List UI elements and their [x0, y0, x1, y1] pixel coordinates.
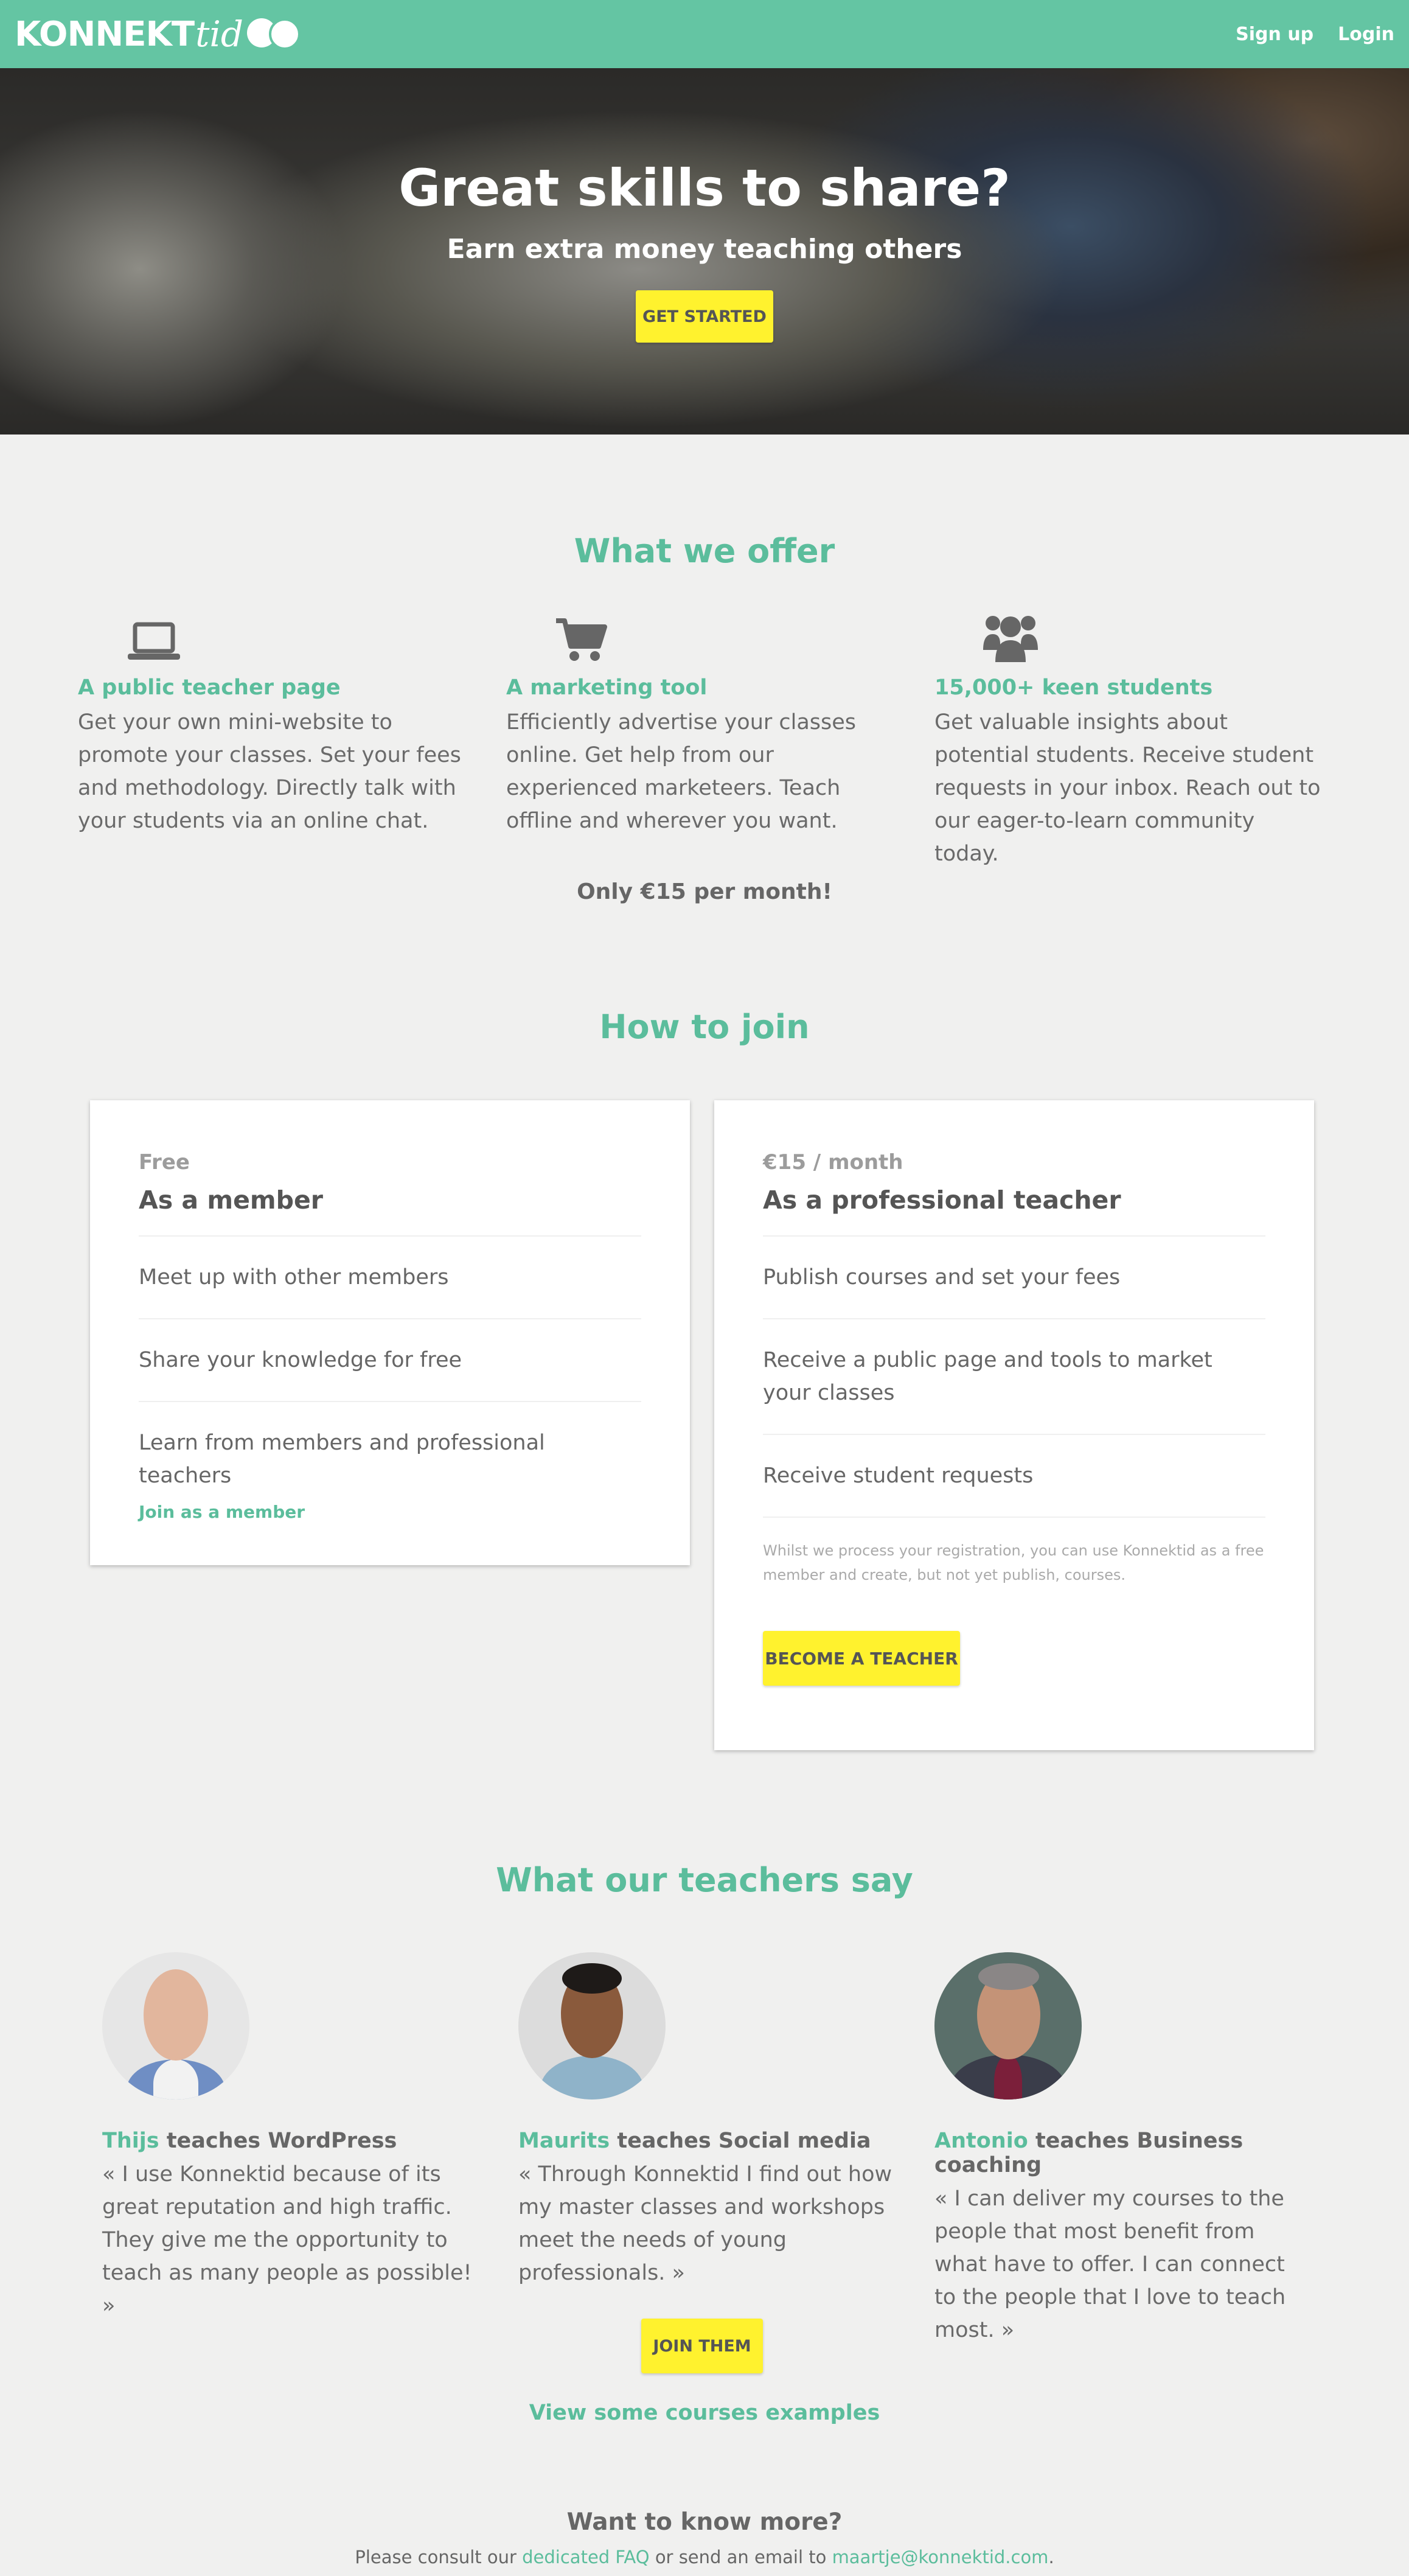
- list-item: Learn from members and professional teac…: [139, 1431, 545, 1488]
- list-item: Receive student requests: [763, 1435, 1265, 1518]
- offer-item-teacher-page: A public teacher page Get your own mini-…: [78, 609, 467, 837]
- hero-banner: Great skills to share? Earn extra money …: [0, 68, 1409, 435]
- offer-title: What we offer: [574, 532, 835, 570]
- testimonial-name: Thijs teaches WordPress: [102, 2129, 479, 2153]
- more-middle: or send an email to: [655, 2547, 827, 2567]
- testimonial-quote: « I can deliver my courses to the people…: [934, 2187, 1286, 2342]
- testimonial-antonio: Antonio teaches Business coaching « I ca…: [934, 1952, 1312, 2347]
- list-item: Share your knowledge for free: [139, 1319, 641, 1402]
- member-feature-list: Meet up with other members Share your kn…: [139, 1235, 641, 1502]
- logo[interactable]: KONNEKT tid: [15, 10, 301, 58]
- laptop-icon: [127, 609, 467, 663]
- become-teacher-button[interactable]: BECOME A TEACHER: [763, 1631, 960, 1686]
- join-as-member-link[interactable]: Join as a member: [139, 1502, 305, 1522]
- testimonial-quote: « I use Konnektid because of its great r…: [102, 2162, 472, 2318]
- member-price: Free: [139, 1150, 190, 1175]
- teacher-name: Maurits: [518, 2129, 610, 2153]
- teacher-topic: teaches Social media: [617, 2129, 871, 2153]
- hero-title: Great skills to share?: [398, 158, 1011, 218]
- signup-link[interactable]: Sign up: [1236, 24, 1313, 45]
- top-nav: Sign up Login: [1236, 24, 1394, 45]
- teacher-price: €15 / month: [763, 1150, 903, 1175]
- logo-circles-icon: [247, 18, 301, 50]
- list-item: Receive a public page and tools to marke…: [763, 1319, 1265, 1435]
- registration-note: Whilst we process your registration, you…: [763, 1542, 1264, 1583]
- offer-heading: A marketing tool: [506, 675, 708, 700]
- logo-text: KONNEKT: [15, 14, 195, 54]
- view-courses-link[interactable]: View some courses examples: [0, 2401, 1409, 2425]
- offer-body: Get your own mini-website to promote you…: [78, 710, 461, 833]
- testimonial-quote: « Through Konnektid I find out how my ma…: [518, 2162, 892, 2285]
- logo-script-text: tid: [195, 13, 244, 55]
- testimonials-title: What our teachers say: [496, 1861, 913, 1899]
- avatar: [518, 1952, 666, 2100]
- testimonial-maurits: Maurits teaches Social media « Through K…: [518, 1952, 896, 2289]
- teacher-plan-title: As a professional teacher: [763, 1185, 1121, 1215]
- more-info-line: Please consult our dedicated FAQ or send…: [0, 2547, 1409, 2567]
- more-suffix: .: [1048, 2547, 1054, 2567]
- testimonial-name: Maurits teaches Social media: [518, 2129, 896, 2153]
- member-card: Free As a member Meet up with other memb…: [90, 1100, 690, 1565]
- list-item: Meet up with other members: [139, 1237, 641, 1319]
- teacher-name: Thijs: [102, 2129, 159, 2153]
- teacher-topic: teaches WordPress: [166, 2129, 397, 2153]
- more-prefix: Please consult our: [355, 2547, 517, 2567]
- offer-heading: A public teacher page: [78, 675, 341, 700]
- list-item: Publish courses and set your fees: [763, 1237, 1265, 1319]
- faq-link[interactable]: dedicated FAQ: [522, 2547, 649, 2567]
- teacher-name: Antonio: [934, 2129, 1028, 2153]
- teacher-feature-list: Publish courses and set your fees Receiv…: [763, 1235, 1265, 1518]
- avatar: [934, 1952, 1082, 2100]
- email-link[interactable]: maartje@konnektid.com: [832, 2547, 1049, 2567]
- hero-subtitle: Earn extra money teaching others: [447, 234, 962, 265]
- offer-body: Get valuable insights about potential st…: [934, 710, 1321, 866]
- login-link[interactable]: Login: [1338, 24, 1394, 45]
- more-title: Want to know more?: [566, 2508, 843, 2536]
- offer-body: Efficiently advertise your classes onlin…: [506, 710, 857, 833]
- offer-heading: 15,000+ keen students: [934, 675, 1213, 700]
- offer-item-marketing-tool: A marketing tool Efficiently advertise y…: [506, 609, 896, 837]
- testimonial-name: Antonio teaches Business coaching: [934, 2129, 1312, 2177]
- get-started-button[interactable]: GET STARTED: [636, 290, 773, 343]
- top-navbar: KONNEKT tid Sign up Login: [0, 0, 1409, 68]
- price-line: Only €15 per month!: [577, 879, 832, 904]
- join-them-button[interactable]: JOIN THEM: [641, 2319, 763, 2373]
- teacher-card: €15 / month As a professional teacher Pu…: [714, 1100, 1314, 1750]
- offer-item-students: 15,000+ keen students Get valuable insig…: [934, 609, 1324, 870]
- avatar: [102, 1952, 249, 2100]
- cart-icon: [555, 609, 896, 663]
- join-title: How to join: [599, 1008, 810, 1046]
- users-icon: [982, 609, 1324, 663]
- member-plan-title: As a member: [139, 1185, 323, 1215]
- testimonial-thijs: Thijs teaches WordPress « I use Konnekti…: [102, 1952, 479, 2322]
